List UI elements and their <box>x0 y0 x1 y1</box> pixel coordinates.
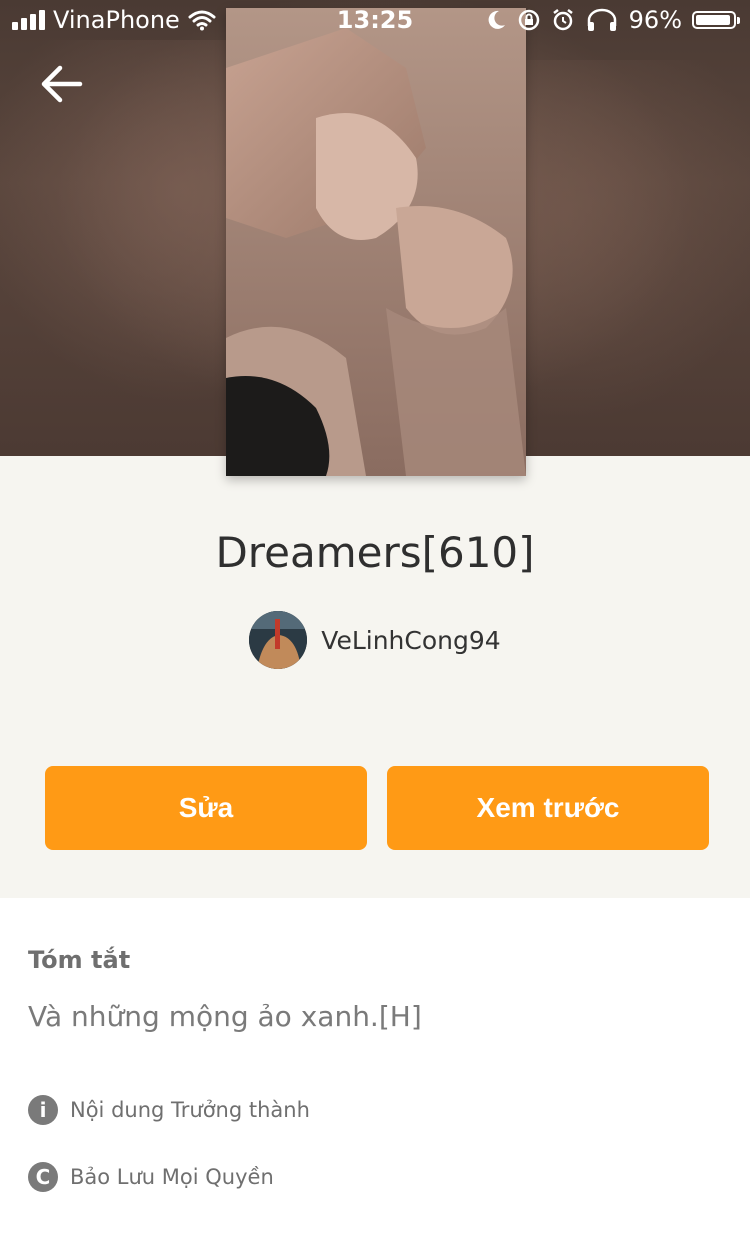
preview-button[interactable]: Xem trước <box>387 766 709 850</box>
author-info[interactable]: VeLinhCong94 <box>0 610 750 670</box>
summary-text: Và những mộng ảo xanh.[H] <box>28 1000 422 1033</box>
back-arrow-icon[interactable] <box>36 58 92 114</box>
copyright-icon: C <box>28 1162 58 1192</box>
copyright-label: Bảo Lưu Mọi Quyền <box>70 1165 274 1189</box>
summary-heading: Tóm tắt <box>28 946 131 974</box>
rotation-lock-icon <box>518 9 539 31</box>
story-title: Dreamers[610] <box>215 528 535 577</box>
author-name[interactable]: VeLinhCong94 <box>321 626 500 655</box>
info-icon: i <box>28 1095 58 1125</box>
alarm-icon <box>552 9 573 31</box>
status-bar: VinaPhone 13:25 96% <box>0 0 750 40</box>
summary-panel: Tóm tắt Và những mộng ảo xanh.[H] i Nội … <box>0 898 750 1238</box>
moon-icon <box>488 10 505 29</box>
copyright-row: C Bảo Lưu Mọi Quyền <box>28 1162 274 1192</box>
battery-icon <box>692 11 740 29</box>
mature-content-row: i Nội dung Trưởng thành <box>28 1095 310 1125</box>
avatar-image <box>249 611 308 669</box>
headphones-icon <box>587 8 616 31</box>
cover-artwork <box>226 8 526 476</box>
battery-percent: 96% <box>628 6 682 34</box>
story-cover-image <box>226 8 526 476</box>
mature-content-label: Nội dung Trưởng thành <box>70 1098 310 1122</box>
author-avatar[interactable] <box>249 611 308 669</box>
status-right-icons: 96% <box>485 6 740 34</box>
edit-button[interactable]: Sửa <box>45 766 367 850</box>
